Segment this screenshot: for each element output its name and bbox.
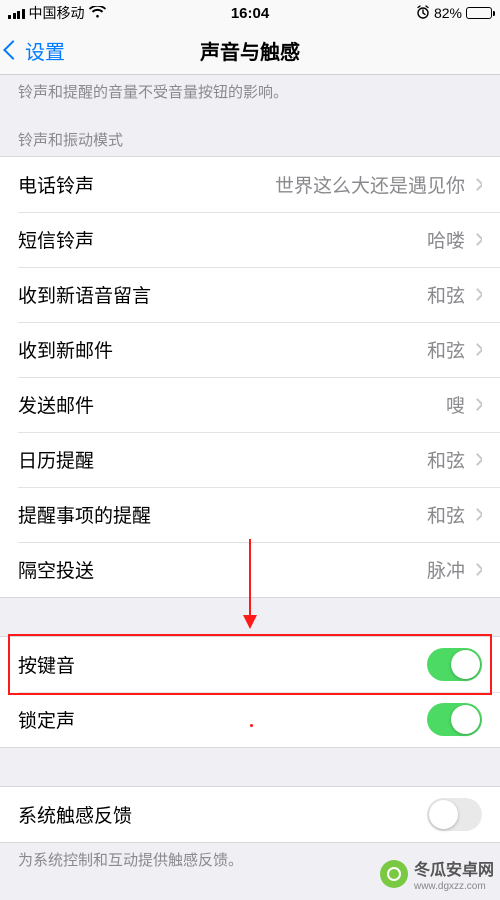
row-value: 嗖 <box>446 391 465 418</box>
battery-icon <box>466 7 492 19</box>
chevron-right-icon <box>471 453 482 466</box>
row-label: 隔空投送 <box>18 556 94 583</box>
row-label: 按键音 <box>18 651 75 678</box>
page-title: 声音与触感 <box>200 36 300 65</box>
row-label: 短信铃声 <box>18 226 94 253</box>
watermark-url: www.dgxzz.com <box>414 881 494 892</box>
chevron-right-icon <box>471 178 482 191</box>
toggle-lock-sound[interactable] <box>427 703 482 736</box>
row-system-haptics[interactable]: 系统触感反馈 <box>0 787 500 842</box>
battery-percent: 82% <box>434 5 462 21</box>
ringer-note: 铃声和提醒的音量不受音量按钮的影响。 <box>0 75 500 111</box>
carrier-label: 中国移动 <box>29 3 85 23</box>
row-label: 电话铃声 <box>18 171 94 198</box>
row-text-tone[interactable]: 短信铃声 哈喽 <box>0 212 500 267</box>
row-keyboard-clicks[interactable]: 按键音 <box>0 637 500 692</box>
row-value: 和弦 <box>427 281 465 308</box>
status-bar: 中国移动 16:04 82% <box>0 0 500 26</box>
watermark: 冬瓜安卓网 www.dgxzz.com <box>374 852 500 896</box>
row-ringtone[interactable]: 电话铃声 世界这么大还是遇见你 <box>0 157 500 212</box>
row-label: 发送邮件 <box>18 391 94 418</box>
row-calendar-alerts[interactable]: 日历提醒 和弦 <box>0 432 500 487</box>
group-haptics: 系统触感反馈 <box>0 786 500 843</box>
wifi-icon <box>89 5 106 21</box>
alarm-icon <box>416 5 430 22</box>
row-value: 脉冲 <box>427 556 465 583</box>
row-value: 哈喽 <box>427 226 465 253</box>
watermark-logo-icon <box>380 860 408 888</box>
chevron-right-icon <box>471 563 482 576</box>
chevron-right-icon <box>471 233 482 246</box>
row-sent-mail[interactable]: 发送邮件 嗖 <box>0 377 500 432</box>
signal-icon <box>8 8 25 19</box>
nav-bar: 设置 声音与触感 <box>0 26 500 75</box>
status-time: 16:04 <box>231 5 269 22</box>
row-voicemail[interactable]: 收到新语音留言 和弦 <box>0 267 500 322</box>
watermark-name: 冬瓜安卓网 <box>414 862 494 879</box>
chevron-right-icon <box>471 508 482 521</box>
group-system-sounds: 按键音 锁定声 <box>0 636 500 748</box>
status-right: 82% <box>416 5 492 22</box>
row-label: 日历提醒 <box>18 446 94 473</box>
status-left: 中国移动 <box>8 3 106 23</box>
toggle-keyboard-clicks[interactable] <box>427 648 482 681</box>
chevron-left-icon <box>3 40 23 60</box>
chevron-right-icon <box>471 343 482 356</box>
row-value: 世界这么大还是遇见你 <box>275 171 465 198</box>
back-button[interactable]: 设置 <box>0 36 65 65</box>
back-label: 设置 <box>25 36 65 65</box>
chevron-right-icon <box>471 398 482 411</box>
row-label: 收到新语音留言 <box>18 281 151 308</box>
row-reminder-alerts[interactable]: 提醒事项的提醒 和弦 <box>0 487 500 542</box>
row-label: 系统触感反馈 <box>18 801 132 828</box>
row-value: 和弦 <box>427 336 465 363</box>
row-label: 提醒事项的提醒 <box>18 501 151 528</box>
row-value: 和弦 <box>427 446 465 473</box>
row-new-mail[interactable]: 收到新邮件 和弦 <box>0 322 500 377</box>
row-airdrop[interactable]: 隔空投送 脉冲 <box>0 542 500 597</box>
group-ringtones: 电话铃声 世界这么大还是遇见你 短信铃声 哈喽 收到新语音留言 和弦 收到新邮件… <box>0 156 500 598</box>
row-lock-sound[interactable]: 锁定声 <box>0 692 500 747</box>
row-value: 和弦 <box>427 501 465 528</box>
chevron-right-icon <box>471 288 482 301</box>
annotation-dot <box>250 724 253 727</box>
section-header-ringtones: 铃声和振动模式 <box>0 111 500 156</box>
row-label: 锁定声 <box>18 706 75 733</box>
row-label: 收到新邮件 <box>18 336 113 363</box>
toggle-system-haptics[interactable] <box>427 798 482 831</box>
